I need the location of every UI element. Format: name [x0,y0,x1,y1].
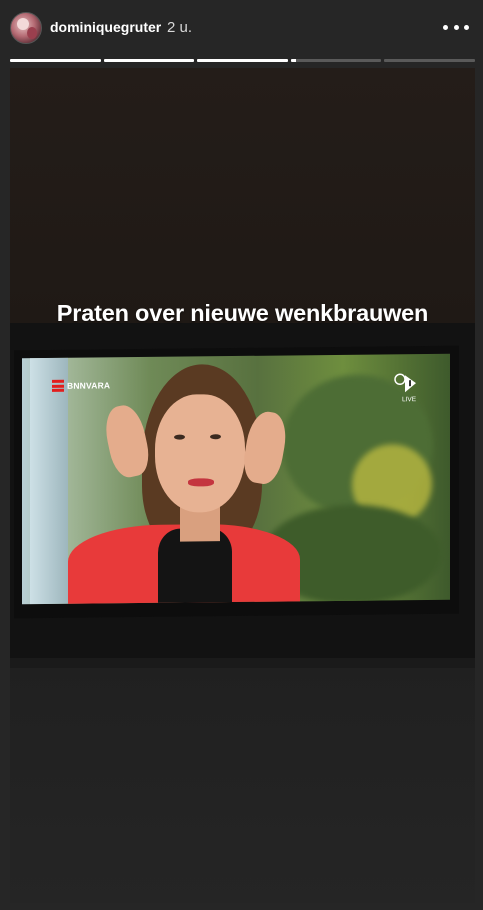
tv-set: BNNVARA LIVE [14,345,459,619]
presenter-hand [100,401,154,481]
story-header: dominiquegruter 2 u. [0,0,483,60]
progress-segment [10,59,101,62]
room-background [10,68,475,323]
presenter-face [155,393,245,513]
npo-1-logo-icon: LIVE [394,372,420,403]
broadcaster-label: BNNVARA [67,380,111,391]
bnnvara-bars-icon [52,379,64,392]
tv-stand-edge [10,658,475,668]
live-label: LIVE [402,396,417,404]
username[interactable]: dominiquegruter [50,19,161,35]
avatar[interactable] [10,12,42,44]
tv-screen: BNNVARA LIVE [22,353,450,605]
background-pillar [30,357,68,605]
post-time: 2 u. [167,19,193,36]
broadcaster-logo: BNNVARA [52,379,110,392]
more-options-icon[interactable] [443,18,469,36]
story-caption: Praten over nieuwe wenkbrauwen [56,300,429,326]
presenter-lips [188,478,214,487]
progress-segment [290,59,382,62]
story-progress [10,59,475,62]
progress-segment [103,59,195,62]
story-media[interactable]: Praten over nieuwe wenkbrauwen BNNVARA L… [10,68,475,903]
progress-segment [384,59,475,62]
progress-segment [197,59,288,62]
